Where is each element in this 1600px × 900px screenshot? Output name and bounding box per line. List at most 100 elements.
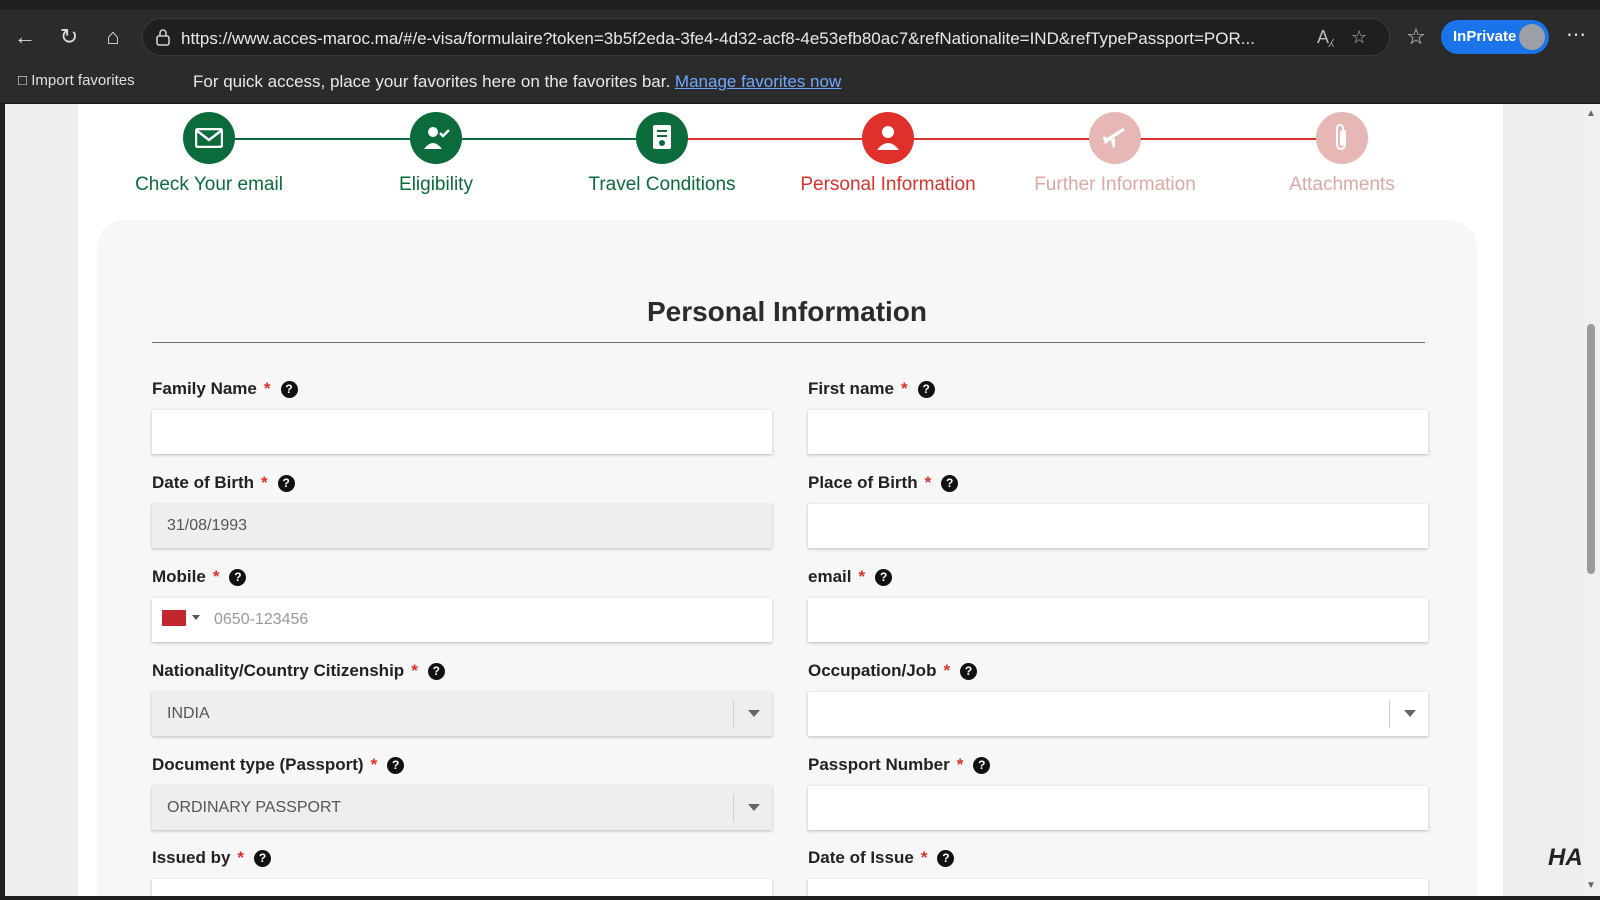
occupation-label: Occupation/Job	[808, 661, 937, 680]
required-mark: *	[261, 473, 268, 492]
step-label: Attachments	[1289, 174, 1395, 195]
help-icon[interactable]: ?	[427, 662, 445, 680]
avatar	[1519, 24, 1545, 50]
required-mark: *	[924, 473, 932, 492]
document-type-select[interactable]: ORDINARY PASSPORT	[152, 786, 772, 830]
occupation-field: Occupation/Job *?	[808, 660, 1428, 736]
first-name-label: First name	[808, 379, 894, 398]
inprivate-badge[interactable]: InPrivate	[1441, 20, 1549, 54]
select-separator	[733, 700, 734, 728]
passport-number-label: Passport Number	[808, 755, 950, 774]
browser-window: ← ↻ ⌂ https://www.acces-maroc.ma/#/e-vis…	[0, 0, 1600, 900]
lock-icon[interactable]	[155, 28, 171, 46]
email-field: email *?	[808, 566, 1428, 642]
place-of-birth-input[interactable]	[808, 504, 1428, 548]
first-name-input[interactable]	[808, 410, 1428, 454]
scroll-down-icon[interactable]: ▼	[1586, 880, 1596, 891]
favorites-icon[interactable]: ☆	[1401, 22, 1431, 52]
help-icon[interactable]: ?	[280, 380, 298, 398]
reload-icon[interactable]: ↻	[54, 22, 84, 52]
progress-stepper: Check Your email Eligibility Travel Cond…	[78, 104, 1503, 214]
help-icon[interactable]: ?	[875, 568, 893, 586]
nationality-label: Nationality/Country Citizenship	[152, 661, 405, 680]
place-of-birth-field: Place of Birth *?	[808, 472, 1428, 548]
passport-number-field: Passport Number *?	[808, 754, 1428, 830]
more-options-icon[interactable]: ⋯	[1566, 22, 1586, 47]
title-divider	[152, 342, 1425, 343]
nationality-select[interactable]: INDIA	[152, 692, 772, 736]
issued-by-input[interactable]	[152, 879, 772, 896]
step-label: Eligibility	[399, 174, 473, 195]
address-bar[interactable]: https://www.acces-maroc.ma/#/e-visa/form…	[142, 18, 1390, 56]
favorites-bar-message: For quick access, place your favorites h…	[193, 72, 841, 92]
required-mark: *	[943, 661, 951, 680]
select-separator	[733, 794, 734, 822]
step-label: Travel Conditions	[588, 174, 736, 195]
plane-icon	[1089, 112, 1141, 164]
required-mark: *	[212, 567, 220, 586]
step-check-email[interactable]: Check Your email	[109, 112, 309, 196]
manage-favorites-link[interactable]: Manage favorites now	[675, 72, 841, 91]
chevron-down-icon[interactable]	[1404, 710, 1416, 717]
email-input[interactable]	[808, 598, 1428, 642]
import-icon: □	[18, 72, 28, 89]
scroll-up-icon[interactable]: ▲	[1586, 108, 1596, 119]
mobile-label: Mobile	[152, 567, 206, 586]
issued-by-label: Issued by	[152, 848, 231, 867]
help-icon[interactable]: ?	[937, 849, 955, 867]
required-mark: *	[370, 755, 378, 774]
form-title: Personal Information	[646, 296, 928, 327]
home-icon[interactable]: ⌂	[98, 22, 128, 52]
step-label: Check Your email	[135, 174, 283, 195]
mobile-input[interactable]: 0650-123456	[152, 598, 772, 642]
passport-number-input[interactable]	[808, 786, 1428, 830]
scroll-thumb[interactable]	[1587, 324, 1595, 574]
inprivate-label: InPrivate	[1453, 28, 1517, 45]
help-icon[interactable]: ?	[277, 474, 295, 492]
url-text[interactable]: https://www.acces-maroc.ma/#/e-visa/form…	[181, 29, 1301, 49]
person-icon	[862, 112, 914, 164]
place-of-birth-label: Place of Birth	[808, 473, 918, 492]
help-icon[interactable]: ?	[973, 756, 991, 774]
read-aloud-icon[interactable]: A⁁	[1317, 27, 1334, 48]
help-icon[interactable]: ?	[254, 849, 272, 867]
country-flag-icon[interactable]	[162, 609, 186, 626]
help-icon[interactable]: ?	[941, 474, 959, 492]
page-viewport: Check Your email Eligibility Travel Cond…	[5, 104, 1582, 896]
step-personal-information[interactable]: Personal Information	[788, 112, 988, 196]
step-further-information[interactable]: Further Information	[1015, 112, 1215, 196]
date-of-issue-input[interactable]	[808, 879, 1428, 896]
import-favorites-button[interactable]: □ Import favorites	[18, 72, 135, 89]
step-travel-conditions[interactable]: Travel Conditions	[562, 112, 762, 196]
help-icon[interactable]: ?	[229, 568, 247, 586]
favorite-star-icon[interactable]: ☆	[1351, 27, 1367, 48]
help-icon[interactable]: ?	[960, 662, 978, 680]
date-of-birth-input[interactable]: 31/08/1993	[152, 504, 772, 548]
occupation-select[interactable]	[808, 692, 1428, 736]
family-name-field: Family Name *?	[152, 378, 772, 454]
help-icon[interactable]: ?	[917, 380, 935, 398]
chevron-down-icon[interactable]	[748, 710, 760, 717]
date-of-issue-label: Date of Issue	[808, 848, 914, 867]
page-content: Check Your email Eligibility Travel Cond…	[78, 104, 1503, 896]
personal-information-form: Personal Information Family Name *? First…	[97, 220, 1477, 896]
family-name-label: Family Name	[152, 379, 257, 398]
first-name-field: First name *?	[808, 378, 1428, 454]
email-label: email	[808, 567, 852, 586]
family-name-input[interactable]	[152, 410, 772, 454]
chevron-down-icon[interactable]	[192, 615, 200, 621]
step-attachments[interactable]: Attachments	[1242, 112, 1442, 196]
chevron-down-icon[interactable]	[748, 804, 760, 811]
step-eligibility[interactable]: Eligibility	[336, 112, 536, 196]
document-type-label: Document type (Passport)	[152, 755, 364, 774]
date-of-birth-label: Date of Birth	[152, 473, 254, 492]
page-scrollbar[interactable]: ▲ ▼	[1582, 104, 1600, 896]
document-type-field: Document type (Passport) *? ORDINARY PASS…	[152, 754, 772, 830]
nationality-value: INDIA	[167, 705, 210, 722]
step-label: Further Information	[1034, 174, 1196, 195]
back-icon[interactable]: ←	[10, 22, 40, 52]
help-icon[interactable]: ?	[387, 756, 405, 774]
required-mark: *	[237, 848, 245, 867]
select-separator	[1389, 700, 1390, 728]
required-mark: *	[920, 848, 928, 867]
